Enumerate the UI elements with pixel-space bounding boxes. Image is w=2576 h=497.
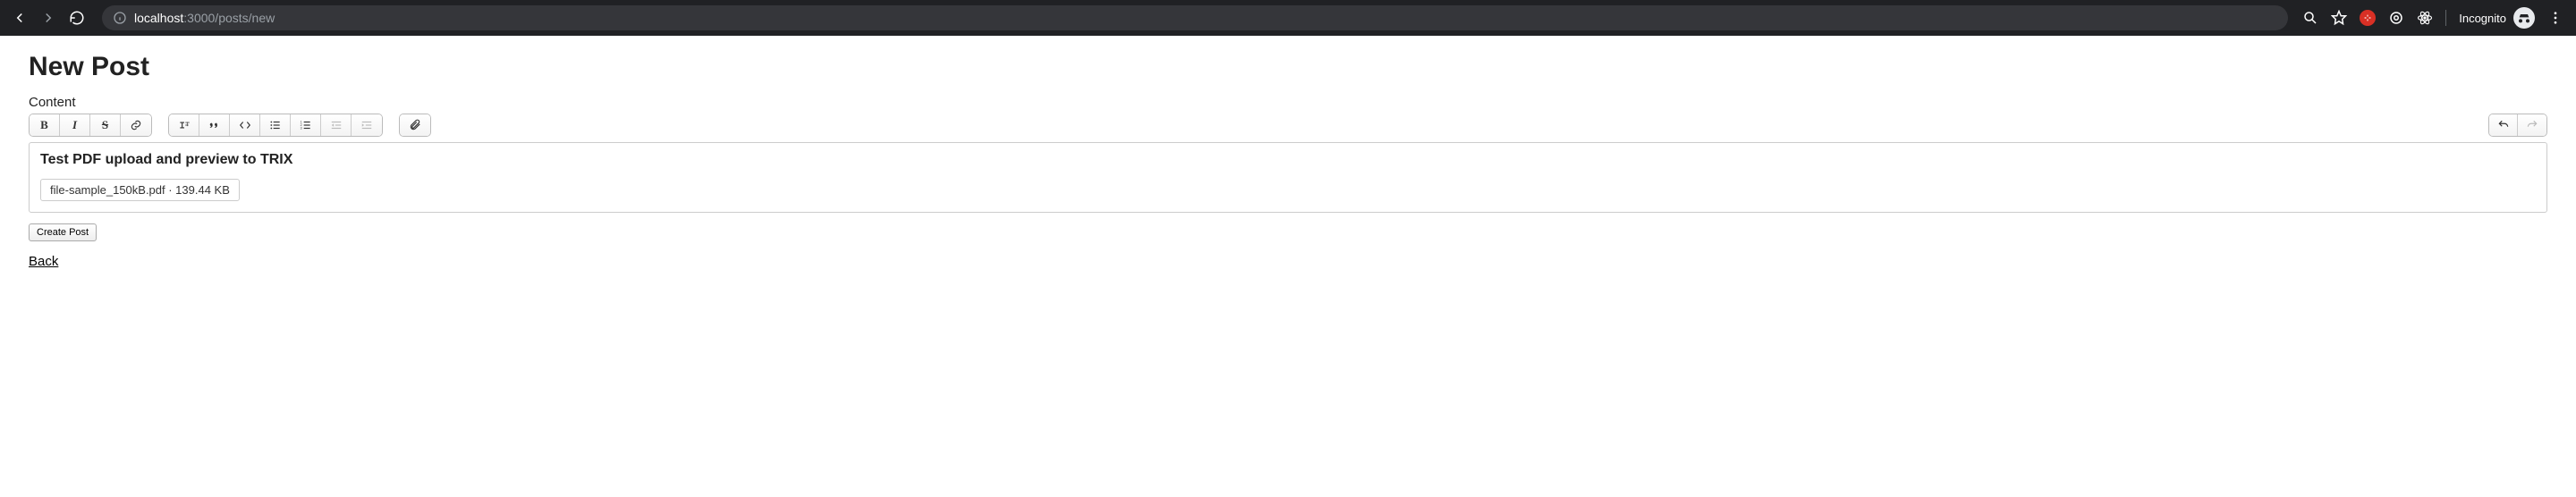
incognito-indicator: Incognito: [2459, 7, 2535, 29]
back-nav-icon[interactable]: [9, 7, 30, 29]
redo-button[interactable]: [2518, 114, 2546, 136]
back-link[interactable]: Back: [29, 254, 58, 269]
incognito-label: Incognito: [2459, 12, 2506, 25]
attach-group: [399, 114, 431, 137]
submit-row: Create Post: [29, 223, 2547, 241]
extension-icon-react[interactable]: [2417, 10, 2433, 26]
info-icon: [113, 11, 127, 25]
quote-button[interactable]: [199, 114, 230, 136]
bullet-list-button[interactable]: [260, 114, 291, 136]
link-button[interactable]: [121, 114, 151, 136]
extension-icon-red[interactable]: [2360, 10, 2376, 26]
italic-button[interactable]: I: [60, 114, 90, 136]
url-host: localhost:3000/posts/new: [134, 11, 275, 25]
bold-button[interactable]: B: [30, 114, 60, 136]
incognito-icon: [2513, 7, 2535, 29]
browser-toolbar: localhost:3000/posts/new Incognito: [0, 0, 2576, 36]
menu-dots-icon[interactable]: [2547, 10, 2563, 26]
editor-heading-text: Test PDF upload and preview to TRIX: [40, 152, 2536, 168]
indent-button[interactable]: [352, 114, 382, 136]
attach-button[interactable]: [400, 114, 430, 136]
toolbar-divider: [2445, 10, 2446, 26]
outdent-button[interactable]: [321, 114, 352, 136]
strike-button[interactable]: S: [90, 114, 121, 136]
reload-icon[interactable]: [66, 7, 88, 29]
number-list-button[interactable]: 123: [291, 114, 321, 136]
block-format-group: 123: [168, 114, 383, 137]
attachment-label: file-sample_150kB.pdf · 139.44 KB: [50, 183, 230, 197]
heading-button[interactable]: [169, 114, 199, 136]
forward-nav-icon[interactable]: [38, 7, 59, 29]
code-button[interactable]: [230, 114, 260, 136]
url-bar[interactable]: localhost:3000/posts/new: [102, 5, 2288, 30]
extension-icon-circle[interactable]: [2388, 10, 2404, 26]
page-title: New Post: [29, 52, 2547, 82]
attachment-chip[interactable]: file-sample_150kB.pdf · 139.44 KB: [40, 179, 240, 201]
text-format-group: B I S: [29, 114, 152, 137]
content-field-label: Content: [29, 95, 2547, 110]
search-icon[interactable]: [2302, 10, 2318, 26]
create-post-button[interactable]: Create Post: [29, 223, 97, 241]
undo-button[interactable]: [2489, 114, 2518, 136]
editor-toolbar: B I S 123: [29, 114, 2547, 137]
right-toolbar: Incognito: [2302, 7, 2567, 29]
star-icon[interactable]: [2331, 10, 2347, 26]
undo-redo-group: [2488, 114, 2547, 137]
page-content: New Post Content B I S 123: [0, 36, 2576, 286]
svg-text:3: 3: [300, 127, 301, 131]
editor-area[interactable]: Test PDF upload and preview to TRIX file…: [29, 142, 2547, 213]
